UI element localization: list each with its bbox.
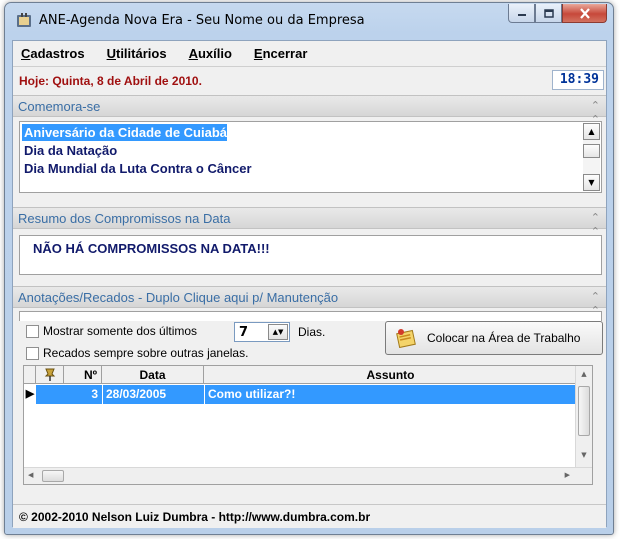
subject-column-header[interactable]: Assunto	[204, 366, 577, 384]
scroll-right-icon[interactable]: ▶	[565, 471, 570, 479]
date-column-header[interactable]: Data	[102, 366, 204, 384]
notes-panel-top	[19, 311, 602, 321]
resumo-text: NÃO HÁ COMPROMISSOS NA DATA!!!	[33, 241, 270, 256]
resumo-header[interactable]: Resumo dos Compromissos na Data ⌃ ⌃	[13, 207, 606, 238]
comemora-title: Comemora-se	[18, 99, 101, 114]
row-indicator-icon: ▶	[25, 388, 35, 400]
show-last-label: Mostrar somente dos últimos	[43, 324, 198, 338]
scroll-down-icon[interactable]: ▼	[576, 451, 592, 459]
scroll-left-icon[interactable]: ◀	[28, 471, 33, 479]
notes-grid[interactable]: Nº Data Assunto ▶ 3 28/03/2005 Como util…	[23, 365, 593, 485]
list-item[interactable]: Dia da Natação	[22, 142, 117, 159]
num-column-header[interactable]: Nº	[64, 366, 102, 384]
grid-horizontal-scrollbar[interactable]: ◀ ▶	[24, 467, 592, 484]
list-item[interactable]: Dia Mundial da Luta Contra o Câncer	[22, 160, 252, 177]
table-row[interactable]: ▶ 3 28/03/2005 Como utilizar?!	[24, 385, 577, 404]
days-value: 7	[239, 325, 249, 340]
menu-bar: Cadastros Utilitários Auxílio Encerrar	[13, 41, 606, 65]
anotacoes-title: Anotações/Recados - Duplo Clique aqui p/…	[18, 290, 339, 305]
comemora-list[interactable]: Aniversário da Cidade de Cuiabá Dia da N…	[19, 121, 602, 193]
close-button[interactable]	[562, 4, 607, 23]
days-label: Dias.	[298, 325, 326, 339]
row-date: 28/03/2005	[102, 385, 204, 404]
menu-cadastros[interactable]: Cadastros	[21, 46, 85, 61]
pin-icon	[44, 368, 55, 381]
grid-vertical-scrollbar[interactable]: ▲ ▼	[575, 366, 592, 467]
list-item[interactable]: Aniversário da Cidade de Cuiabá	[22, 124, 228, 141]
minimize-icon	[517, 14, 526, 16]
grid-header: Nº Data Assunto	[24, 366, 577, 384]
scroll-up-icon[interactable]: ▲	[576, 370, 592, 378]
always-on-top-checkbox[interactable]	[26, 346, 39, 360]
date-bar: Hoje: Quinta, 8 de Abril de 2010. 18:39	[13, 66, 606, 93]
minimize-button[interactable]	[508, 4, 535, 23]
copyright-text: © 2002-2010 Nelson Luiz Dumbra - http://…	[19, 510, 371, 524]
days-stepper[interactable]: 7 ▲▼	[234, 322, 290, 342]
show-last-option[interactable]: Mostrar somente dos últimos	[26, 324, 197, 338]
menu-utilitarios[interactable]: Utilitários	[107, 46, 167, 61]
resumo-title: Resumo dos Compromissos na Data	[18, 211, 231, 226]
anotacoes-header[interactable]: Anotações/Recados - Duplo Clique aqui p/…	[13, 286, 606, 317]
scroll-up-icon[interactable]: ▲	[583, 123, 600, 140]
row-subject: Como utilizar?!	[204, 385, 577, 404]
app-icon	[17, 13, 31, 27]
desk-button[interactable]: Colocar na Área de Trabalho	[385, 321, 603, 355]
status-bar: © 2002-2010 Nelson Luiz Dumbra - http://…	[13, 504, 606, 528]
maximize-icon	[543, 8, 554, 18]
show-last-checkbox[interactable]	[26, 324, 39, 338]
maximize-button[interactable]	[535, 4, 562, 23]
window-title: ANE-Agenda Nova Era - Seu Nome ou da Emp…	[39, 13, 365, 28]
scroll-down-icon[interactable]: ▼	[583, 174, 600, 191]
close-icon	[579, 7, 590, 19]
menu-auxilio[interactable]: Auxílio	[189, 46, 232, 61]
app-window: ANE-Agenda Nova Era - Seu Nome ou da Emp…	[4, 2, 614, 535]
desk-button-label: Colocar na Área de Trabalho	[427, 331, 581, 345]
spin-arrows-icon[interactable]: ▲▼	[268, 324, 288, 340]
client-area: Cadastros Utilitários Auxílio Encerrar H…	[12, 40, 607, 528]
title-bar[interactable]: ANE-Agenda Nova Era - Seu Nome ou da Emp…	[5, 3, 613, 37]
clock-display: 18:39	[552, 70, 604, 90]
scroll-thumb[interactable]	[583, 144, 600, 158]
today-label: Hoje: Quinta, 8 de Abril de 2010.	[19, 74, 202, 88]
menu-encerrar[interactable]: Encerrar	[254, 46, 307, 61]
scroll-thumb[interactable]	[578, 386, 590, 436]
resumo-box: NÃO HÁ COMPROMISSOS NA DATA!!!	[19, 235, 602, 275]
notepad-icon	[396, 329, 416, 348]
row-num: 3	[36, 385, 102, 404]
pin-column-header[interactable]	[36, 366, 64, 384]
always-on-top-option[interactable]: Recados sempre sobre outras janelas.	[26, 346, 248, 360]
grid-corner	[24, 366, 36, 384]
always-on-top-label: Recados sempre sobre outras janelas.	[43, 346, 249, 360]
comemora-header[interactable]: Comemora-se ⌃ ⌃	[13, 95, 606, 126]
comemora-scrollbar[interactable]: ▲ ▼	[583, 123, 600, 191]
scroll-thumb[interactable]	[42, 470, 64, 482]
